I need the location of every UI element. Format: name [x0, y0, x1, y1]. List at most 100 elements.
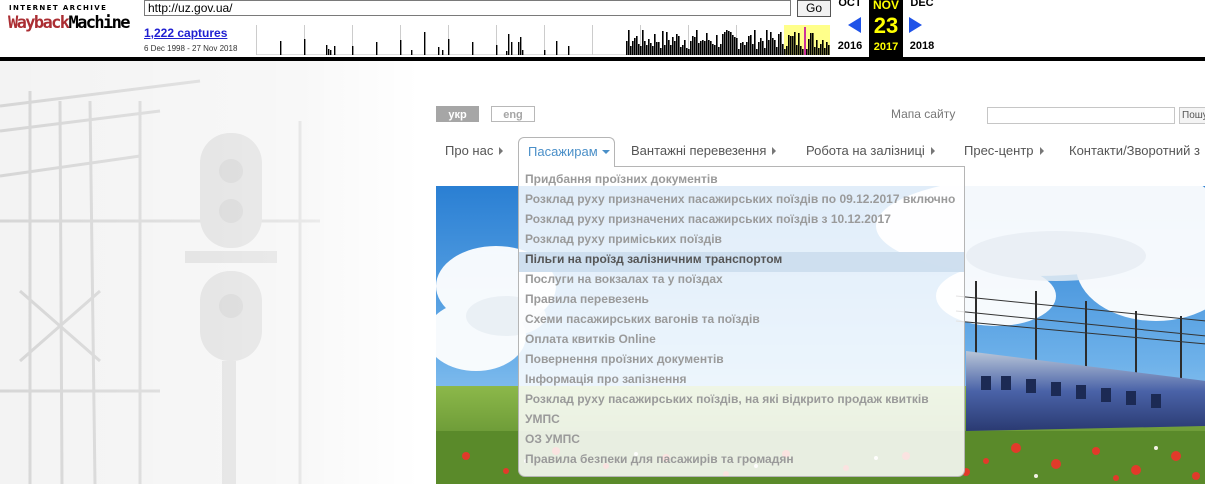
next-month-label: DEC: [910, 0, 934, 9]
capture-bar: [698, 43, 700, 55]
current-year: 2017: [873, 41, 899, 53]
menu-item-oz-umps[interactable]: ОЗ УМПС: [519, 432, 964, 452]
capture-bar: [658, 42, 660, 55]
capture-bar: [666, 32, 668, 55]
menu-item-transport-rules[interactable]: Правила перевезень: [519, 292, 964, 312]
capture-sparkline[interactable]: [256, 25, 830, 55]
captures-link[interactable]: 1,222 captures: [144, 26, 227, 40]
menu-item-delay-info[interactable]: Інформація про запізнення: [519, 372, 964, 392]
logo-internet-archive: INTERNET ARCHIVE: [9, 4, 108, 12]
prev-arrow-icon[interactable]: [848, 17, 862, 33]
capture-bar: [642, 30, 644, 55]
nav-careers[interactable]: Робота на залізниці: [806, 141, 935, 161]
go-button[interactable]: Go: [797, 0, 831, 17]
capture-bar: [646, 45, 648, 55]
capture-bar: [638, 44, 640, 55]
menu-item-suburban-schedule[interactable]: Розклад руху приміських поїздів: [519, 232, 964, 252]
capture-date-range: 6 Dec 1998 - 27 Nov 2018: [144, 44, 238, 53]
wayback-toolbar: INTERNET ARCHIVE WaybackMachine Go 1,222…: [0, 0, 1205, 57]
capture-bar: [706, 33, 708, 55]
sitemap-link[interactable]: Мапа сайту: [891, 107, 955, 121]
nav-about[interactable]: Про нас: [445, 141, 504, 161]
capture-bar: [280, 41, 282, 55]
capture-bar: [688, 49, 690, 55]
wayback-url-input[interactable]: [144, 0, 791, 16]
wayback-logo[interactable]: INTERNET ARCHIVE WaybackMachine: [8, 4, 131, 46]
capture-bar: [802, 49, 804, 55]
capture-bar: [556, 41, 558, 55]
chevron-right-icon: [499, 147, 504, 155]
capture-bar: [518, 42, 520, 55]
capture-bar: [780, 32, 782, 55]
menu-item-schedule-until-09-12-2017[interactable]: Розклад руху призначених пасажирських по…: [519, 192, 964, 212]
capture-bar: [742, 42, 744, 55]
menu-item-umps[interactable]: УМПС: [519, 412, 964, 432]
capture-bar: [798, 33, 800, 55]
capture-bar: [682, 45, 684, 55]
capture-bar: [634, 38, 636, 55]
capture-bar: [760, 38, 762, 55]
capture-bar: [758, 42, 760, 55]
capture-bar: [766, 30, 768, 55]
menu-item-car-schemes[interactable]: Схеми пасажирських вагонів та поїздів: [519, 312, 964, 332]
capture-bar: [702, 40, 704, 55]
capture-bar: [720, 44, 722, 55]
capture-bar: [750, 35, 752, 55]
nav-freight-label: Вантажні перевезення: [631, 143, 767, 158]
nav-contacts[interactable]: Контакти/Зворотний з: [1069, 141, 1205, 161]
capture-bar: [754, 30, 756, 55]
capture-bar: [808, 39, 810, 55]
menu-item-schedule-from-10-12-2017[interactable]: Розклад руху призначених пасажирських по…: [519, 212, 964, 232]
nav-press[interactable]: Прес-центр: [964, 141, 1044, 161]
menu-item-travel-benefits[interactable]: Пільги на проїзд залізничним транспортом: [519, 252, 964, 272]
capture-bar: [736, 38, 738, 55]
menu-item-schedule-open-sales[interactable]: Розклад руху пасажирських поїздів, на як…: [519, 392, 964, 412]
menu-item-online-payment[interactable]: Оплата квитків Online: [519, 332, 964, 352]
capture-bar: [796, 45, 798, 55]
capture-bar: [656, 42, 658, 55]
capture-bar: [330, 50, 332, 55]
menu-item-ticket-purchase[interactable]: Придбання проїзних документів: [519, 172, 964, 192]
nav-passengers[interactable]: Пасажирам: [518, 137, 615, 167]
prev-month-label: OCT: [838, 0, 862, 9]
capture-bar: [400, 40, 402, 55]
logo-wayback-machine: WaybackMachine: [8, 13, 131, 33]
capture-bar: [636, 36, 638, 55]
lang-eng-button[interactable]: eng: [491, 106, 535, 122]
chevron-right-icon: [1039, 147, 1044, 155]
capture-bar: [816, 40, 818, 55]
capture-bar: [652, 46, 654, 55]
next-year-label[interactable]: 2018: [905, 40, 939, 52]
capture-bar: [648, 39, 650, 55]
prev-year-label[interactable]: 2016: [834, 40, 866, 52]
capture-bar: [411, 50, 413, 55]
capture-bar: [654, 34, 656, 55]
menu-item-safety-rules[interactable]: Правила безпеки для пасажирів та громадя…: [519, 452, 964, 472]
capture-bar: [522, 50, 524, 55]
nav-contacts-label: Контакти/Зворотний з: [1069, 143, 1200, 158]
capture-bar: [728, 31, 730, 55]
capture-bar: [506, 51, 508, 55]
search-input[interactable]: [987, 107, 1175, 124]
capture-bar: [752, 44, 754, 55]
capture-bar: [764, 48, 766, 55]
next-arrow-icon[interactable]: [909, 17, 923, 33]
menu-item-station-services[interactable]: Послуги на вокзалах та у поїздах: [519, 272, 964, 292]
capture-bar: [748, 36, 750, 55]
capture-bar: [734, 37, 736, 55]
chevron-down-icon: [601, 150, 610, 154]
capture-bar: [511, 42, 513, 55]
capture-bar: [448, 39, 450, 55]
nav-freight[interactable]: Вантажні перевезення: [631, 141, 777, 161]
capture-bar: [792, 36, 794, 55]
capture-bar: [680, 47, 682, 55]
menu-item-ticket-refund[interactable]: Повернення проїзних документів: [519, 352, 964, 372]
capture-bar: [628, 30, 630, 55]
capture-bar: [716, 35, 718, 55]
capture-bar: [730, 32, 732, 55]
capture-bar: [544, 50, 546, 55]
search-button[interactable]: Пошук: [1179, 107, 1205, 124]
nav-passengers-label: Пасажирам: [528, 144, 598, 159]
capture-bar: [756, 49, 758, 55]
lang-ukr-button[interactable]: укр: [436, 106, 479, 122]
